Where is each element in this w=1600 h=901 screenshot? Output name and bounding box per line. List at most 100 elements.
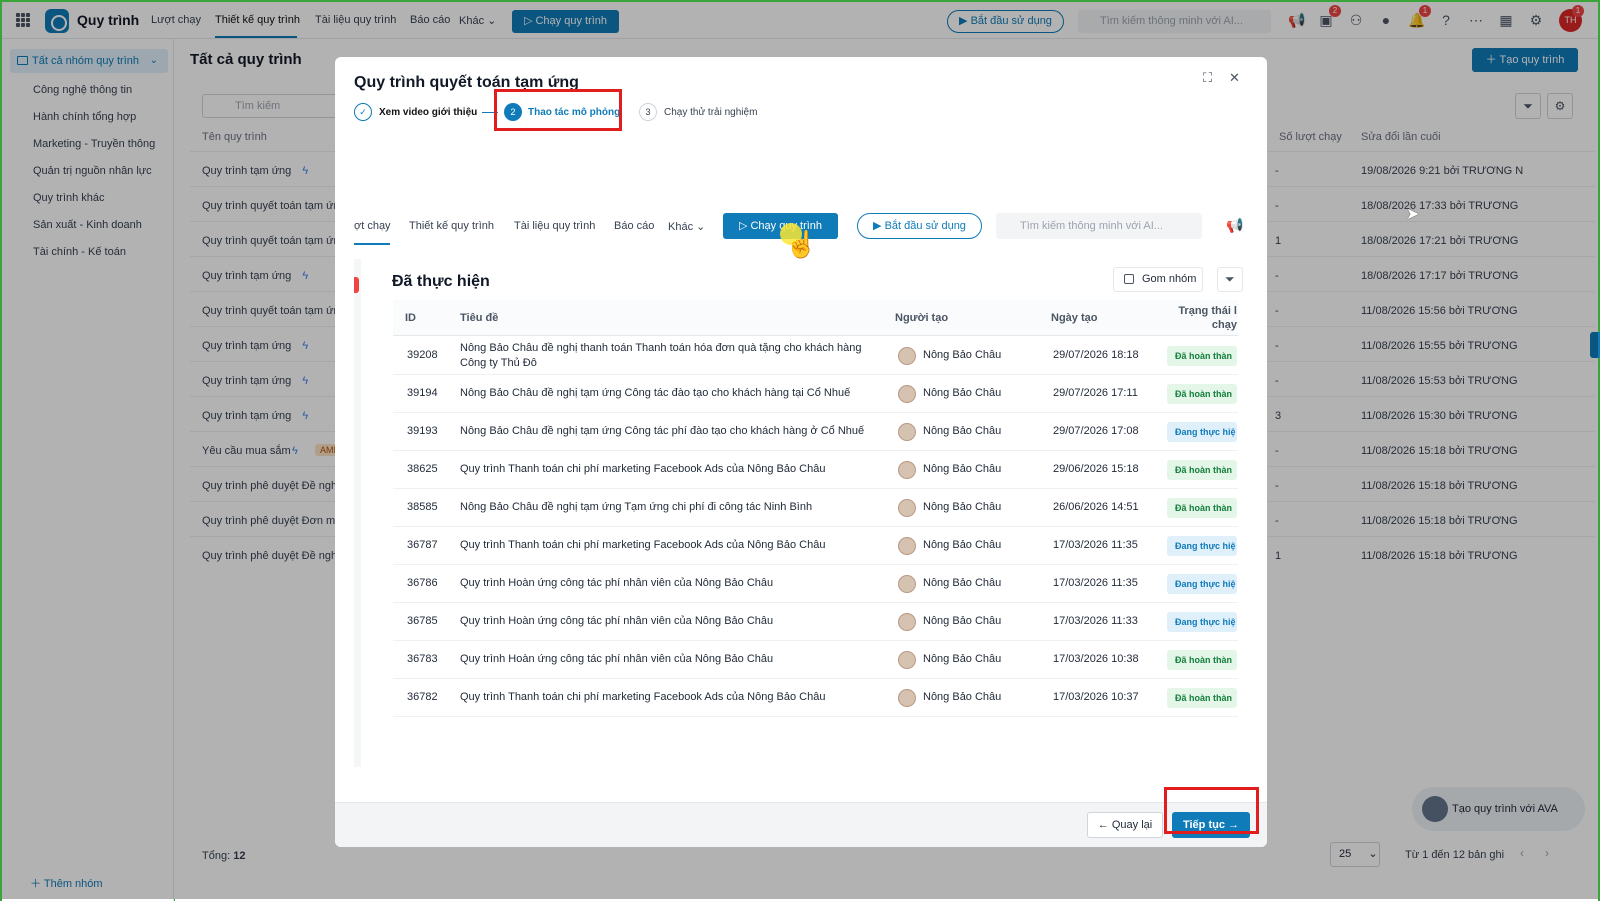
mouse-pointer-icon: ➤ xyxy=(1406,206,1420,223)
run-creator: Nông Bảo Châu xyxy=(923,653,1002,665)
inner-nav-documents[interactable]: Tài liệu quy trình xyxy=(514,220,595,232)
run-creator: Nông Bảo Châu xyxy=(923,577,1002,589)
run-title[interactable]: Quy trình Hoàn ứng công tác phí nhân viê… xyxy=(460,577,773,589)
run-created-date: 29/07/2026 17:11 xyxy=(1053,387,1138,399)
run-id: 39194 xyxy=(407,387,438,399)
run-id: 36785 xyxy=(407,615,438,627)
run-created-date: 17/03/2026 11:35 xyxy=(1053,577,1138,589)
column-header-creator: Người tạo xyxy=(895,312,949,324)
table-row[interactable]: 36783 Quy trình Hoàn ứng công tác phí nhâ… xyxy=(393,641,1238,679)
step-1-label[interactable]: Xem video giới thiệu xyxy=(379,107,477,118)
run-title[interactable]: Nông Bảo Châu đề nghị tạm ứng Công tác p… xyxy=(460,425,864,437)
column-header-title: Tiêu đề xyxy=(460,312,499,324)
run-title[interactable]: Nông Bảo Châu đề nghị tạm ứng Công tác đ… xyxy=(460,387,850,399)
section-title: Đã thực hiện xyxy=(392,273,490,290)
step-3-label[interactable]: Chạy thử trải nghiệm xyxy=(664,107,757,118)
run-created-date: 29/07/2026 17:08 xyxy=(1053,425,1139,437)
layers-icon xyxy=(1124,274,1134,284)
creator-avatar xyxy=(898,423,916,441)
column-header-created: Ngày tạo xyxy=(1051,312,1098,324)
table-row[interactable]: 38585 Nông Bảo Châu đề nghị tạm ứng Tạm ứ… xyxy=(393,489,1238,527)
run-id: 36782 xyxy=(407,691,438,703)
status-badge: Đã hoàn thàn xyxy=(1167,650,1237,670)
status-badge: Đang thực hiệ xyxy=(1167,612,1237,632)
inner-nav-more[interactable]: Khác ⌄ xyxy=(668,220,705,233)
close-icon[interactable]: ✕ xyxy=(1229,70,1240,86)
run-creator: Nông Bảo Châu xyxy=(923,615,1002,627)
inner-side-strip xyxy=(354,259,361,767)
back-button[interactable]: ← Quay lại xyxy=(1087,812,1163,838)
run-title[interactable]: Quy trình Thanh toán chi phí marketing F… xyxy=(460,539,825,551)
run-title[interactable]: Quy trình Hoàn ứng công tác phí nhân viê… xyxy=(460,653,773,665)
table-row[interactable]: 36787 Quy trình Thanh toán chi phí market… xyxy=(393,527,1238,565)
filter-icon[interactable]: ⏷ xyxy=(1217,267,1243,292)
creator-avatar xyxy=(898,499,916,517)
table-row[interactable]: 36786 Quy trình Hoàn ứng công tác phí nhâ… xyxy=(393,565,1238,603)
inner-nav-runs[interactable]: ợt chạy xyxy=(354,220,391,232)
run-title[interactable]: Quy trình Thanh toán chi phí marketing F… xyxy=(460,463,825,475)
run-title[interactable]: Quy trình Thanh toán chi phí marketing F… xyxy=(460,691,825,703)
table-row[interactable]: 39194 Nông Bảo Châu đề nghị tạm ứng Công … xyxy=(393,375,1238,413)
run-id: 39193 xyxy=(407,425,438,437)
step-1-check-icon[interactable]: ✓ xyxy=(354,103,372,121)
table-row[interactable]: 36782 Quy trình Thanh toán chi phí market… xyxy=(393,679,1238,717)
run-creator: Nông Bảo Châu xyxy=(923,501,1002,513)
status-badge: Đang thực hiệ xyxy=(1167,574,1237,594)
tutorial-modal: Quy trình quyết toán tạm ứng ⛶ ✕ ✓ Xem v… xyxy=(335,57,1267,847)
run-id: 36786 xyxy=(407,577,438,589)
table-row[interactable]: 39208 Nông Bảo Châu đề nghị thanh toán Th… xyxy=(393,337,1238,375)
inner-nav-design[interactable]: Thiết kế quy trình xyxy=(409,220,494,232)
status-badge: Đang thực hiệ xyxy=(1167,422,1237,442)
modal-footer: ← Quay lại Tiếp tục → xyxy=(335,802,1267,847)
run-created-date: 17/03/2026 11:35 xyxy=(1053,539,1138,551)
run-created-date: 17/03/2026 10:37 xyxy=(1053,691,1139,703)
megaphone-icon[interactable]: 📢 xyxy=(1226,217,1243,234)
run-id: 39208 xyxy=(407,349,438,361)
back-label: Quay lại xyxy=(1111,819,1153,831)
table-row[interactable]: 36785 Quy trình Hoàn ứng công tác phí nhâ… xyxy=(393,603,1238,641)
status-badge: Đã hoàn thàn xyxy=(1167,688,1237,708)
run-id: 38625 xyxy=(407,463,438,475)
run-creator: Nông Bảo Châu xyxy=(923,387,1002,399)
status-badge: Đã hoàn thàn xyxy=(1167,346,1237,366)
creator-avatar xyxy=(898,575,916,593)
run-created-date: 17/03/2026 11:33 xyxy=(1053,615,1138,627)
inner-start-label: Bắt đầu sử dụng xyxy=(884,220,966,232)
creator-avatar xyxy=(898,689,916,707)
step-3-number[interactable]: 3 xyxy=(639,103,657,121)
status-badge: Đã hoàn thàn xyxy=(1167,498,1237,518)
creator-avatar xyxy=(898,385,916,403)
creator-avatar xyxy=(898,613,916,631)
simulation-screen: ợt chạy Thiết kế quy trình Tài liệu quy … xyxy=(354,207,1254,767)
run-creator: Nông Bảo Châu xyxy=(923,539,1002,551)
status-badge: Đã hoàn thàn xyxy=(1167,460,1237,480)
run-creator: Nông Bảo Châu xyxy=(923,691,1002,703)
column-header-status: Trạng thái l chạy xyxy=(1178,305,1237,331)
inner-side-marker xyxy=(354,277,359,293)
run-created-date: 26/06/2026 14:51 xyxy=(1053,501,1139,513)
creator-avatar xyxy=(898,461,916,479)
group-by-button[interactable]: Gom nhóm xyxy=(1113,267,1203,292)
run-id: 36783 xyxy=(407,653,438,665)
run-creator: Nông Bảo Châu xyxy=(923,349,1002,361)
creator-avatar xyxy=(898,537,916,555)
run-created-date: 17/03/2026 10:38 xyxy=(1053,653,1139,665)
run-created-date: 29/07/2026 18:18 xyxy=(1053,349,1139,361)
run-title[interactable]: Nông Bảo Châu đề nghị tạm ứng Tạm ứng ch… xyxy=(460,501,812,513)
table-row[interactable]: 39193 Nông Bảo Châu đề nghị tạm ứng Công … xyxy=(393,413,1238,451)
creator-avatar xyxy=(898,651,916,669)
step-highlight-box xyxy=(494,89,622,131)
run-creator: Nông Bảo Châu xyxy=(923,463,1002,475)
inner-ai-search-input[interactable]: Tìm kiếm thông minh với AI... xyxy=(996,213,1202,239)
run-title[interactable]: Nông Bảo Châu đề nghị thanh toán Thanh t… xyxy=(460,341,880,371)
status-badge: Đã hoàn thàn xyxy=(1167,384,1237,404)
run-id: 36787 xyxy=(407,539,438,551)
inner-nav-reports[interactable]: Báo cáo xyxy=(614,220,654,232)
run-title[interactable]: Quy trình Hoàn ứng công tác phí nhân viê… xyxy=(460,615,773,627)
inner-start-using-button[interactable]: ▶ Bắt đầu sử dụng xyxy=(857,213,982,239)
run-id: 38585 xyxy=(407,501,438,513)
table-row[interactable]: 38625 Quy trình Thanh toán chi phí market… xyxy=(393,451,1238,489)
next-highlight-box xyxy=(1164,787,1259,834)
inner-active-indicator xyxy=(354,243,390,245)
expand-icon[interactable]: ⛶ xyxy=(1203,70,1212,86)
